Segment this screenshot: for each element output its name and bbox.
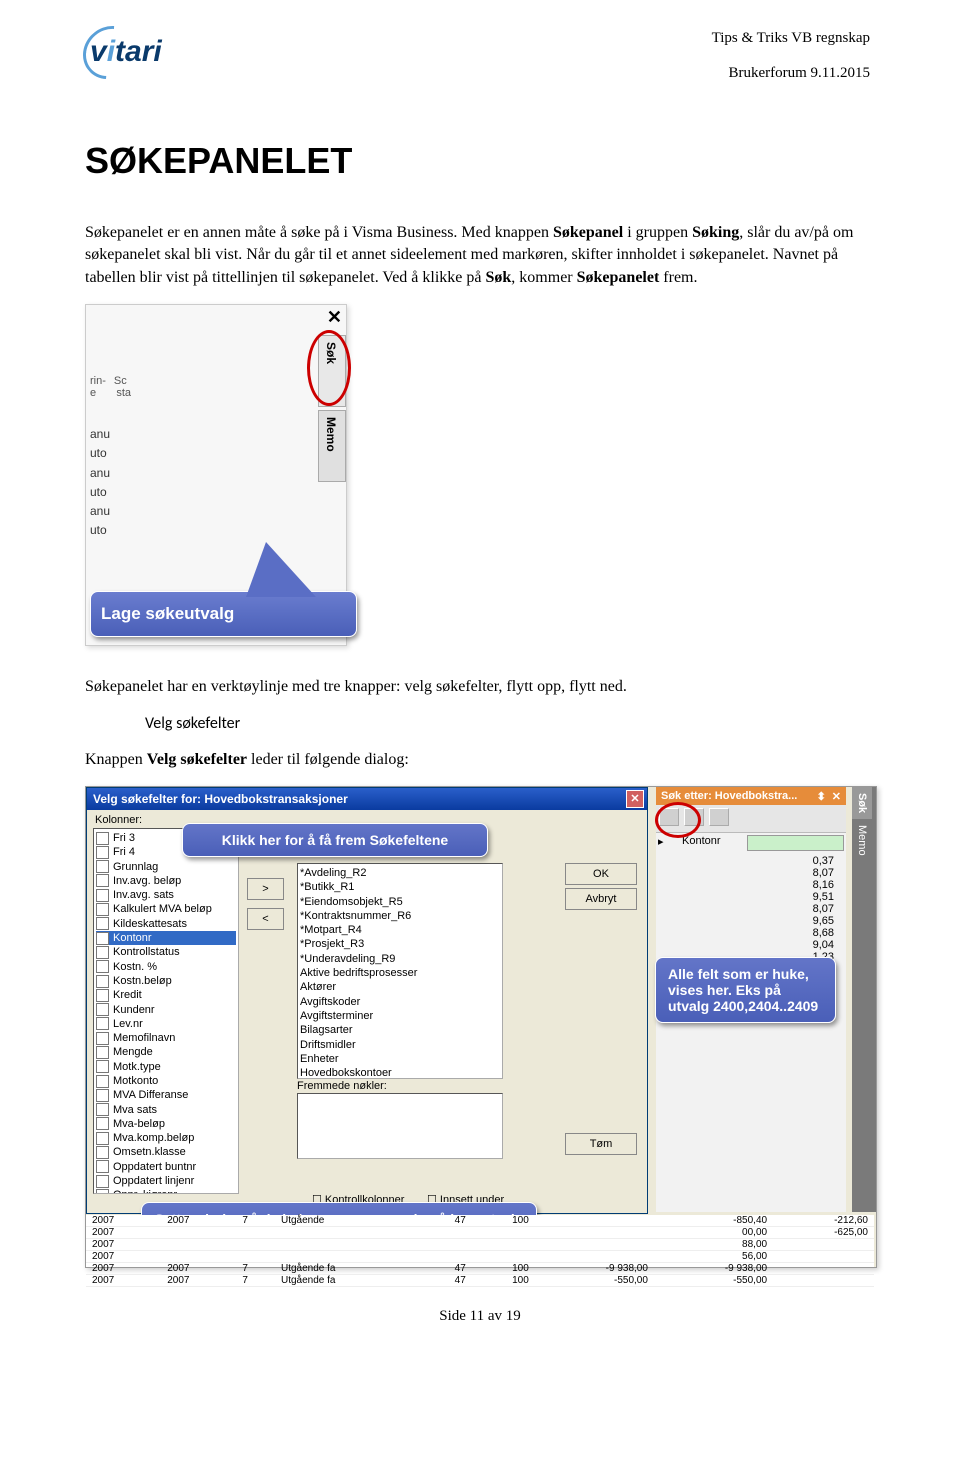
list-item[interactable]: Kalkulert MVA beløp (96, 902, 236, 916)
subheading-velg-sokefelter: Velg søkefelter (145, 714, 875, 733)
expand-icon[interactable]: ▸ (658, 835, 668, 851)
list-item[interactable]: Motkonto (96, 1074, 236, 1088)
list-item[interactable]: *Prosjekt_R3 (300, 937, 500, 951)
label-kolonner: Kolonner: (95, 814, 142, 826)
listbox-middle[interactable]: *Avdeling_R2*Butikk_R1*Eiendomsobjekt_R5… (297, 863, 503, 1079)
move-right-button[interactable]: > (247, 878, 284, 900)
dialog-intro-paragraph: Knappen Velg søkefelter leder til følgen… (85, 749, 875, 771)
highlight-circle (307, 330, 351, 406)
list-item[interactable]: Omsetn.klasse (96, 1145, 236, 1159)
list-item[interactable]: Inv.avg. sats (96, 888, 236, 902)
list-item[interactable]: Mva-beløp (96, 1117, 236, 1131)
tab-memo[interactable]: Memo (852, 819, 872, 862)
toolbar-paragraph: Søkepanelet har en verktøylinje med tre … (85, 676, 875, 698)
column-headers: rin-Sc e sta (90, 375, 139, 399)
list-item[interactable]: Kontrollstatus (96, 945, 236, 959)
list-item[interactable]: Kostn. % (96, 960, 236, 974)
list-item[interactable]: Aktører (300, 980, 500, 994)
list-item[interactable]: *Motpart_R4 (300, 923, 500, 937)
list-item[interactable]: *Butikk_R1 (300, 880, 500, 894)
list-item[interactable]: Oppdatert linjenr (96, 1174, 236, 1188)
list-item[interactable]: Oppdatert buntnr (96, 1160, 236, 1174)
bottom-table: 200720077Utgående47100-850,40-212,602007… (86, 1215, 874, 1267)
list-item[interactable]: *Avdeling_R2 (300, 866, 500, 880)
intro-paragraph: Søkepanelet er en annen måte å søke på i… (85, 222, 875, 289)
list-item[interactable]: Lev.nr (96, 1017, 236, 1031)
listbox-kolonner[interactable]: Fri 3Fri 4GrunnlagInv.avg. beløpInv.avg.… (93, 828, 239, 1194)
list-item[interactable]: Kostn.beløp (96, 974, 236, 988)
move-left-button[interactable]: < (247, 908, 284, 930)
vertical-tabstrip: Søk Memo (852, 787, 876, 1212)
list-item[interactable]: *Kontraktsnummer_R6 (300, 909, 500, 923)
logo: vitari (90, 35, 162, 69)
list-item[interactable]: Hovedbokskontoer (300, 1066, 500, 1079)
list-item[interactable]: Memofilnavn (96, 1031, 236, 1045)
pin-icon[interactable]: ⬍ (817, 790, 826, 803)
tab-sok[interactable]: Søk (852, 787, 872, 819)
list-item[interactable]: Bilagsarter (300, 1023, 500, 1037)
list-item[interactable]: Motk.type (96, 1060, 236, 1074)
highlight-circle (655, 802, 701, 838)
list-item[interactable]: Kontonr (96, 931, 236, 945)
list-item[interactable]: MVA Differanse (96, 1088, 236, 1102)
list-item[interactable]: Enheter (300, 1052, 500, 1066)
page-header: Tips & Triks VB regnskap Brukerforum 9.1… (712, 30, 870, 82)
header-line2: Brukerforum 9.11.2015 (712, 65, 870, 82)
list-item[interactable]: Aktive bedriftsprosesser (300, 966, 500, 980)
header-line1: Tips & Triks VB regnskap (712, 30, 870, 47)
list-item[interactable]: Grunnlag (96, 860, 236, 874)
avbryt-button[interactable]: Avbryt (565, 888, 637, 910)
list-item[interactable]: Kildeskattesats (96, 917, 236, 931)
dialog-titlebar: Velg søkefelter for: Hovedbokstransaksjo… (87, 788, 647, 810)
close-icon[interactable]: ✕ (626, 790, 644, 808)
value-cell: 8,07 (660, 903, 842, 915)
vertical-tab-memo[interactable]: Memo (318, 410, 346, 482)
page-footer: Side 11 av 19 (85, 1308, 875, 1325)
listbox-fremmede[interactable] (297, 1093, 503, 1159)
list-item[interactable]: Kredit (96, 988, 236, 1002)
callout-lage-sokeutvalg: Lage søkeutvalg (90, 591, 357, 637)
list-item[interactable]: Mengde (96, 1045, 236, 1059)
value-cell: 8,68 (660, 927, 842, 939)
list-item[interactable]: Oppr. kjørenr (96, 1188, 236, 1194)
page-title: SØKEPANELET (85, 140, 875, 182)
callout-klikk-her: Klikk her for å få frem Søkefeltene (182, 823, 488, 857)
list-item[interactable]: *Eiendomsobjekt_R5 (300, 895, 500, 909)
kontonr-input[interactable] (747, 835, 844, 851)
list-item[interactable]: *Underavdeling_R9 (300, 952, 500, 966)
value-cell: 9,65 (660, 915, 842, 927)
dialog-velg-sokefelter: Velg søkefelter for: Hovedbokstransaksjo… (86, 787, 648, 1214)
list-item[interactable]: Mva sats (96, 1103, 236, 1117)
tom-button[interactable]: Tøm (565, 1133, 637, 1155)
close-icon[interactable]: ✕ (832, 790, 841, 803)
row-fragments: anu uto anu uto anu uto (90, 425, 110, 540)
value-cell: 0,37 (660, 855, 842, 867)
list-item[interactable]: Avgiftsterminer (300, 1009, 500, 1023)
close-icon[interactable]: ✕ (327, 307, 342, 328)
value-cell: 8,07 (660, 867, 842, 879)
figure-search-panel: ✕ Søk Memo rin-Sc e sta anu uto anu uto … (85, 304, 347, 646)
list-item[interactable]: Driftsmidler (300, 1038, 500, 1052)
label-fremmede: Fremmede nøkler: (297, 1080, 387, 1092)
ok-button[interactable]: OK (565, 863, 637, 885)
list-item[interactable]: Inv.avg. beløp (96, 874, 236, 888)
value-cell: 9,04 (660, 939, 842, 951)
list-item[interactable]: Avgiftskoder (300, 995, 500, 1009)
callout-alle-felt: Alle felt som er huke, vises her. Eks på… (655, 957, 836, 1023)
value-cell: 9,51 (660, 891, 842, 903)
toolbar-icon[interactable] (709, 808, 729, 826)
list-item[interactable]: Kundenr (96, 1003, 236, 1017)
figure-dialog: Velg søkefelter for: Hovedbokstransaksjo… (85, 786, 877, 1268)
list-item[interactable]: Mva.komp.beløp (96, 1131, 236, 1145)
value-cell: 8,16 (660, 879, 842, 891)
